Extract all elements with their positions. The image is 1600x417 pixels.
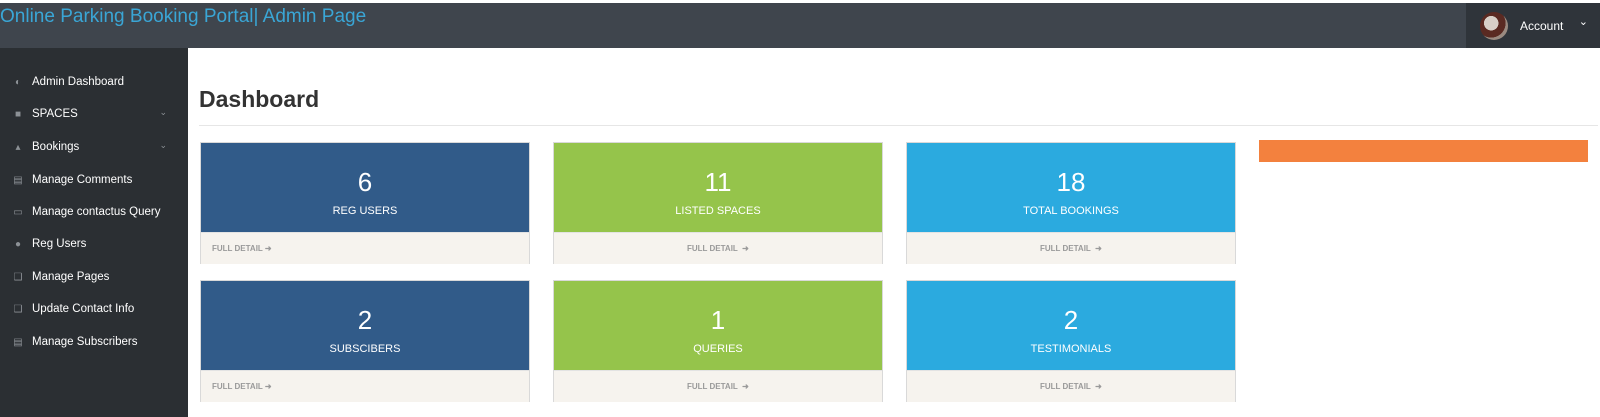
card-footer: FULL DETAIL ➜ (201, 232, 529, 264)
stat-label: SUBSCIBERS (329, 343, 401, 355)
chevron-down-icon[interactable]: ⌄ (159, 107, 167, 118)
full-detail-link[interactable]: FULL DETAIL ➜ (687, 382, 749, 391)
full-detail-link[interactable]: FULL DETAIL ➜ (1040, 244, 1102, 253)
users-icon: ● (14, 238, 22, 250)
card-footer: FULL DETAIL ➜ (907, 232, 1235, 264)
full-detail-link[interactable]: FULL DETAIL ➜ (1040, 382, 1102, 391)
stat-value: 2 (357, 305, 373, 335)
arrow-right-icon: ➜ (1095, 244, 1102, 253)
accent-bar (1259, 140, 1588, 162)
arrow-right-icon: ➜ (264, 244, 272, 253)
sidebar-item-label: Bookings (32, 141, 80, 153)
card-body: 1 QUERIES (554, 281, 882, 370)
card-body: 18 TOTAL BOOKINGS (907, 143, 1235, 232)
account-label[interactable]: Account (1520, 19, 1563, 33)
dashboard-icon: ◐ (14, 76, 22, 88)
sidebar-item-label: Admin Dashboard (32, 76, 125, 88)
full-detail-link[interactable]: FULL DETAIL ➜ (212, 382, 272, 391)
link-label: FULL DETAIL (687, 382, 738, 391)
files-icon: ❑ (13, 271, 23, 283)
sidebar-item-label: Reg Users (32, 238, 87, 250)
car-icon: ■ (14, 108, 22, 120)
desktop-icon: ▭ (13, 206, 23, 218)
arrow-right-icon: ➜ (742, 382, 749, 391)
stat-card-subscribers: 2 SUBSCIBERS FULL DETAIL ➜ (200, 280, 530, 402)
sidebar-item-label: Manage Comments (32, 174, 133, 186)
stat-value: 11 (704, 167, 732, 197)
files-icon: ❑ (13, 303, 23, 315)
sidebar-item-admin-dashboard[interactable]: ◐ Admin Dashboard (0, 66, 188, 98)
avatar[interactable] (1480, 11, 1508, 40)
page-title: Dashboard (199, 86, 320, 112)
stat-label: REG USERS (332, 205, 398, 217)
stat-label: TESTIMONIALS (1030, 343, 1112, 355)
stat-value: 18 (1056, 167, 1086, 197)
arrow-right-icon: ➜ (264, 382, 272, 391)
stat-label: LISTED SPACES (675, 205, 761, 217)
sidebar-item-label: Manage Subscribers (32, 336, 138, 348)
card-footer: FULL DETAIL ➜ (554, 232, 882, 264)
table-icon: ▤ (13, 174, 23, 186)
full-detail-link[interactable]: FULL DETAIL ➜ (687, 244, 749, 253)
divider (199, 125, 1598, 126)
brand-title[interactable]: Online Parking Booking Portal| Admin Pag… (0, 6, 366, 28)
sidebar-item-manage-comments[interactable]: ▤ Manage Comments (0, 164, 188, 196)
card-footer: FULL DETAIL ➜ (907, 370, 1235, 402)
sidebar-item-update-contact-info[interactable]: ❑ Update Contact Info (0, 293, 188, 325)
card-body: 2 TESTIMONIALS (907, 281, 1235, 370)
link-label: FULL DETAIL (212, 382, 263, 391)
sitemap-icon: ▴ (15, 141, 21, 153)
card-body: 6 REG USERS (201, 143, 529, 232)
chevron-down-icon[interactable]: ⌄ (1579, 15, 1588, 28)
stat-value: 2 (1063, 305, 1079, 335)
link-label: FULL DETAIL (212, 244, 263, 253)
full-detail-link[interactable]: FULL DETAIL ➜ (212, 244, 272, 253)
stat-card-testimonials: 2 TESTIMONIALS FULL DETAIL ➜ (906, 280, 1236, 402)
link-label: FULL DETAIL (1040, 244, 1091, 253)
stat-value: 1 (710, 305, 726, 335)
sidebar-item-manage-subscribers[interactable]: ▤ Manage Subscribers (0, 326, 188, 358)
sidebar-item-label: Update Contact Info (32, 303, 135, 315)
sidebar-item-label: Manage Pages (32, 271, 110, 283)
arrow-right-icon: ➜ (1095, 382, 1102, 391)
top-header: Online Parking Booking Portal| Admin Pag… (0, 3, 1600, 48)
sidebar-item-reg-users[interactable]: ● Reg Users (0, 228, 188, 260)
stat-value: 6 (357, 167, 373, 197)
account-menu[interactable]: Account ⌄ (1466, 3, 1600, 48)
stat-label: TOTAL BOOKINGS (1023, 205, 1119, 217)
link-label: FULL DETAIL (1040, 382, 1091, 391)
arrow-right-icon: ➜ (742, 244, 749, 253)
sidebar-item-spaces[interactable]: ■ SPACES ⌄ (0, 98, 188, 130)
sidebar-item-manage-pages[interactable]: ❑ Manage Pages (0, 261, 188, 293)
link-label: FULL DETAIL (687, 244, 738, 253)
card-body: 11 LISTED SPACES (554, 143, 882, 232)
main-content: Dashboard 6 REG USERS FULL DETAIL ➜ 11 L… (188, 48, 1600, 417)
stat-card-reg-users: 6 REG USERS FULL DETAIL ➜ (200, 142, 530, 264)
sidebar: ◐ Admin Dashboard ■ SPACES ⌄ ▴ Bookings … (0, 48, 188, 417)
stat-card-total-bookings: 18 TOTAL BOOKINGS FULL DETAIL ➜ (906, 142, 1236, 264)
sidebar-item-label: Manage contactus Query (32, 206, 161, 218)
card-footer: FULL DETAIL ➜ (554, 370, 882, 402)
card-footer: FULL DETAIL ➜ (201, 370, 529, 402)
stat-card-queries: 1 QUERIES FULL DETAIL ➜ (553, 280, 883, 402)
sidebar-item-label: SPACES (32, 108, 78, 120)
sidebar-item-bookings[interactable]: ▴ Bookings ⌄ (0, 131, 188, 163)
sidebar-item-manage-contactus-query[interactable]: ▭ Manage contactus Query (0, 196, 188, 228)
card-body: 2 SUBSCIBERS (201, 281, 529, 370)
stat-label: QUERIES (693, 343, 743, 355)
stat-card-listed-spaces: 11 LISTED SPACES FULL DETAIL ➜ (553, 142, 883, 264)
table-icon: ▤ (13, 336, 23, 348)
chevron-down-icon[interactable]: ⌄ (159, 140, 167, 151)
